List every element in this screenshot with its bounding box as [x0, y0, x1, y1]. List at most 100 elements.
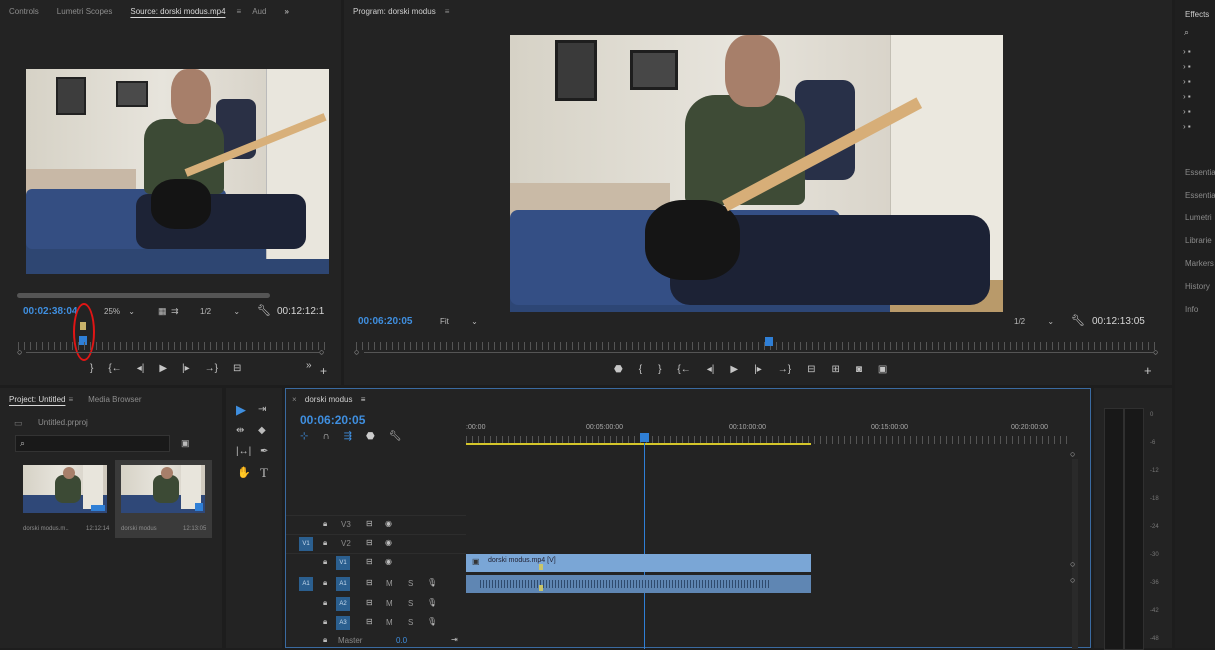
tab-program[interactable]: Program: dorski modus: [344, 7, 445, 16]
sidebar-item-essential-graphics[interactable]: Essentia: [1185, 168, 1215, 177]
lock-icon[interactable]: 🔒︎: [323, 557, 327, 567]
nest-icon[interactable]: ⊹: [300, 431, 308, 442]
drag-video-icon[interactable]: ▦: [158, 306, 167, 317]
controls-more-icon[interactable]: »: [306, 360, 312, 371]
tab-audio[interactable]: Aud: [243, 7, 275, 16]
go-to-end-icon[interactable]: ⇥: [451, 635, 458, 644]
sidebar-item-markers[interactable]: Markers: [1185, 259, 1214, 268]
step-forward-icon[interactable]: |▸: [182, 363, 190, 374]
lock-icon[interactable]: 🔒︎: [323, 519, 327, 529]
type-tool-icon[interactable]: T: [260, 465, 268, 481]
sidebar-item-essential-sound[interactable]: Essentia: [1185, 191, 1215, 200]
track-select-tool-icon[interactable]: ⇥: [258, 404, 266, 415]
tab-project[interactable]: Project: Untitled: [0, 395, 68, 404]
extract-icon[interactable]: ⊞: [831, 364, 839, 375]
add-marker-icon[interactable]: ⬣: [366, 431, 375, 442]
sidebar-item-lumetri[interactable]: Lumetri: [1185, 213, 1212, 222]
pen-tool-icon[interactable]: ✒: [260, 446, 268, 457]
step-forward-icon[interactable]: |▸: [754, 364, 762, 375]
linked-selection-icon[interactable]: ⇶: [344, 431, 352, 442]
drag-audio-icon[interactable]: ⇉: [171, 306, 179, 317]
timeline-playhead-icon[interactable]: [640, 433, 649, 442]
project-clip-1[interactable]: dorski modus.m.. 12:12:14: [19, 460, 114, 538]
program-add-button-icon[interactable]: +: [1144, 363, 1152, 378]
folder-icon[interactable]: › ▪: [1183, 89, 1191, 104]
folder-icon[interactable]: › ▪: [1183, 119, 1191, 134]
new-bin-icon[interactable]: ▣: [181, 438, 190, 449]
effects-title[interactable]: Effects: [1185, 10, 1209, 19]
track-name[interactable]: V3: [341, 520, 351, 529]
tab-overflow-icon[interactable]: »: [275, 7, 297, 16]
wrench-icon[interactable]: 🔧︎: [257, 304, 271, 317]
sync-lock-icon[interactable]: ⊟: [366, 598, 373, 607]
mute-button[interactable]: M: [386, 599, 393, 608]
timeline-scrollbar[interactable]: [1072, 459, 1078, 649]
source-time-ruler[interactable]: [18, 342, 330, 350]
solo-button[interactable]: S: [408, 599, 413, 608]
resolution-select[interactable]: 1/2 ⌄: [200, 307, 240, 316]
solo-button[interactable]: S: [408, 579, 413, 588]
play-icon[interactable]: ▶: [159, 363, 167, 374]
compare-icon[interactable]: ▣: [878, 364, 887, 375]
folder-icon[interactable]: › ▪: [1183, 59, 1191, 74]
snap-magnet-icon[interactable]: ∩: [322, 431, 329, 442]
lift-icon[interactable]: ⊟: [807, 364, 815, 375]
scroll-handle-icon[interactable]: ○: [1070, 575, 1075, 585]
sync-lock-icon[interactable]: ⊟: [366, 578, 373, 587]
microphone-icon[interactable]: 🎙︎: [427, 617, 437, 626]
tab-controls[interactable]: Controls: [0, 7, 48, 16]
solo-button[interactable]: S: [408, 618, 413, 627]
tab-source[interactable]: Source: dorski modus.mp4: [121, 7, 234, 16]
timeline-tab[interactable]: × dorski modus ≡: [292, 395, 365, 404]
scroll-handle-icon[interactable]: ○: [1070, 449, 1075, 459]
project-menu-icon[interactable]: ≡: [68, 395, 79, 404]
tab-lumetri-scopes[interactable]: Lumetri Scopes: [48, 7, 122, 16]
source-timecode[interactable]: 00:02:38:04: [23, 306, 77, 317]
insert-icon[interactable]: ⊟: [233, 363, 241, 374]
program-zoom-end-handle[interactable]: ○: [1153, 347, 1158, 357]
microphone-icon[interactable]: 🎙︎: [427, 578, 437, 587]
microphone-icon[interactable]: 🎙︎: [427, 598, 437, 607]
source-zoom-bar[interactable]: [26, 352, 319, 353]
mute-button[interactable]: M: [386, 579, 393, 588]
eye-icon[interactable]: ◉: [385, 557, 392, 566]
lock-icon[interactable]: 🔒︎: [323, 578, 327, 588]
program-timecode[interactable]: 00:06:20:05: [358, 316, 412, 327]
sync-lock-icon[interactable]: ⊟: [366, 519, 373, 528]
lock-icon[interactable]: 🔒︎: [323, 538, 327, 548]
sync-lock-icon[interactable]: ⊟: [366, 617, 373, 626]
sync-lock-icon[interactable]: ⊟: [366, 538, 373, 547]
sidebar-item-libraries[interactable]: Librarie: [1185, 236, 1212, 245]
sync-lock-icon[interactable]: ⊟: [366, 557, 373, 566]
work-area-bar[interactable]: [466, 443, 811, 445]
master-volume[interactable]: 0.0: [396, 636, 407, 645]
project-search-input[interactable]: ⌕: [15, 435, 170, 452]
sidebar-item-history[interactable]: History: [1185, 282, 1210, 291]
selection-tool-icon[interactable]: ▶: [236, 402, 246, 418]
source-scroll-bar[interactable]: [17, 293, 270, 298]
lock-icon[interactable]: 🔒︎: [323, 617, 327, 627]
track-target-a3[interactable]: A3: [336, 616, 350, 630]
project-clip-2[interactable]: dorski modus 12:13:05: [115, 460, 212, 538]
lock-icon[interactable]: 🔒︎: [323, 635, 327, 645]
mark-out-icon[interactable]: }: [90, 363, 93, 374]
play-icon[interactable]: ▶: [730, 364, 738, 375]
video-clip[interactable]: ▣ dorski modus.mp4 [V]: [466, 554, 811, 572]
add-button-icon[interactable]: +: [320, 364, 327, 378]
mark-out-icon[interactable]: }: [658, 364, 661, 375]
zoom-select[interactable]: 25% ⌄: [104, 307, 135, 316]
slip-tool-icon[interactable]: |↔|: [236, 446, 251, 457]
folder-icon[interactable]: › ▪: [1183, 104, 1191, 119]
program-zoom-bar[interactable]: [364, 352, 1153, 353]
track-target-v1[interactable]: V1: [336, 556, 350, 570]
source-menu-icon[interactable]: ≡: [235, 7, 244, 16]
close-icon[interactable]: ×: [292, 395, 297, 404]
mark-in-icon[interactable]: {: [639, 364, 642, 375]
add-marker-icon[interactable]: ⬣: [614, 364, 623, 375]
track-target-a2[interactable]: A2: [336, 597, 350, 611]
scroll-handle-icon[interactable]: ○: [1070, 559, 1075, 569]
program-time-ruler[interactable]: [356, 342, 1156, 350]
source-patch-v1[interactable]: V1: [299, 537, 313, 551]
effects-search-icon[interactable]: ⌕: [1184, 27, 1189, 38]
program-resolution-select[interactable]: 1/2 ⌄: [1014, 317, 1054, 326]
